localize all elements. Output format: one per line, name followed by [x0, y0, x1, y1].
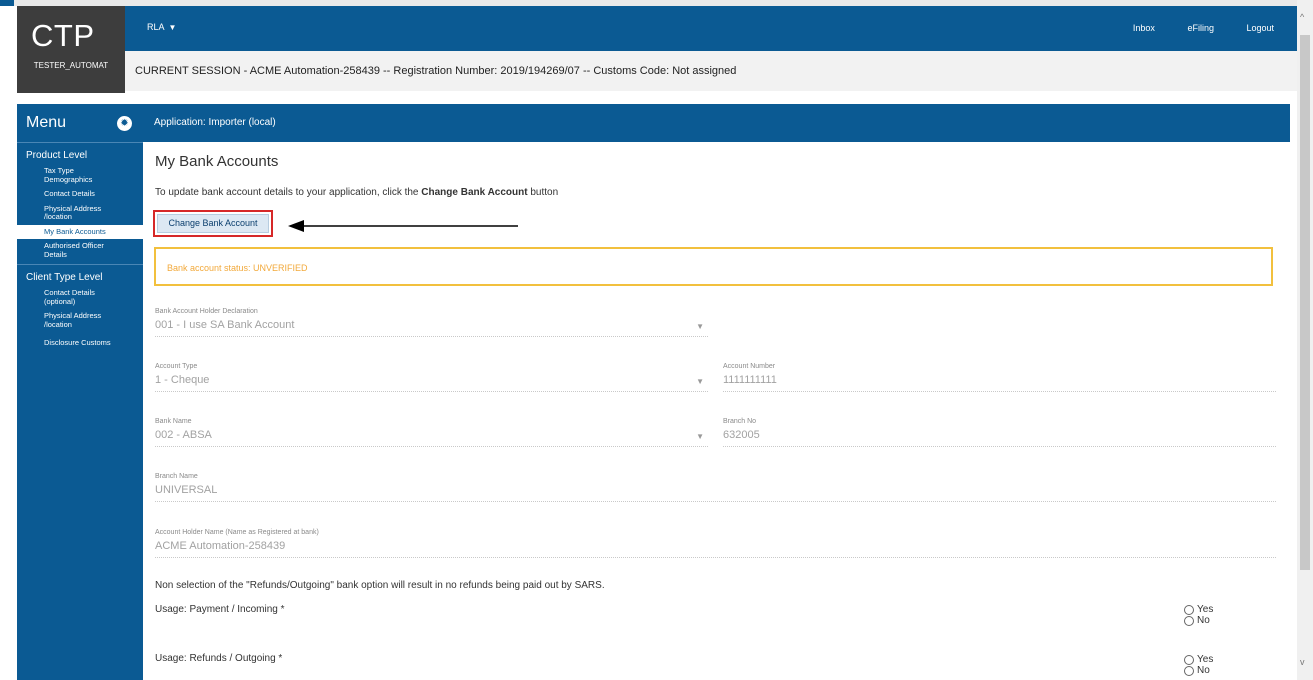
declaration-value: 001 - I use SA Bank Account — [155, 319, 295, 331]
top-navbar: RLA ▼ Inbox eFiling Logout — [125, 6, 1297, 51]
holder-name-input[interactable]: ACME Automation-258439 — [155, 540, 1276, 558]
sidebar-item-my-bank-accounts[interactable]: My Bank Accounts — [17, 224, 143, 239]
branch-name-input[interactable]: UNIVERSAL — [155, 484, 1276, 502]
bank-name-value: 002 - ABSA — [155, 429, 212, 441]
section-client-type-level: Client Type Level — [17, 264, 143, 286]
inbox-link[interactable]: Inbox — [1133, 23, 1155, 33]
sidebar-item-tax-type-demographics[interactable]: Tax Type Demographics — [17, 164, 143, 187]
account-number-input[interactable]: 1111111111 — [723, 374, 1276, 392]
refunds-no-radio[interactable]: No — [1184, 665, 1213, 676]
sidebar-item-physical-address[interactable]: Physical Address /location — [17, 202, 143, 225]
payment-no-radio[interactable]: No — [1184, 615, 1213, 626]
caret-down-icon: ▼ — [696, 377, 704, 386]
sidebar-item-contact-details-optional[interactable]: Contact Details (optional) — [17, 286, 143, 309]
sidebar-item-physical-address-client[interactable]: Physical Address /location — [17, 309, 143, 332]
logo-block: CTP TESTER_AUTOMAT — [17, 6, 125, 93]
refunds-no-label: No — [1197, 665, 1210, 676]
branch-no-label: Branch No — [723, 418, 757, 425]
payment-yes-radio[interactable]: Yes — [1184, 604, 1213, 615]
branch-name-field[interactable]: Branch Name UNIVERSAL — [155, 473, 1276, 502]
sidebar-item-authorised-officer[interactable]: Authorised Officer Details — [17, 239, 143, 262]
account-type-value: 1 - Cheque — [155, 374, 210, 386]
logout-link[interactable]: Logout — [1246, 23, 1274, 33]
instruction-pre: To update bank account details to your a… — [155, 187, 422, 198]
sidebar-menu: Menu ✹ Product Level Tax Type Demographi… — [17, 104, 143, 680]
branch-name-label: Branch Name — [155, 473, 198, 480]
menu-title: Menu — [26, 114, 67, 131]
refunds-yes-label: Yes — [1197, 654, 1214, 665]
holder-name-field[interactable]: Account Holder Name (Name as Registered … — [155, 529, 1276, 558]
bank-name-select[interactable]: 002 - ABSA ▼ — [155, 429, 708, 447]
scroll-up-icon[interactable]: ^ — [1300, 12, 1304, 22]
application-header: Application: Importer (local) — [143, 104, 1290, 142]
nav-links: Inbox eFiling Logout — [1103, 23, 1274, 33]
branch-no-input[interactable]: 632005 — [723, 429, 1276, 447]
instruction-post: button — [527, 187, 559, 198]
page-title: My Bank Accounts — [155, 153, 279, 170]
scroll-thumb[interactable] — [1300, 35, 1310, 570]
declaration-field[interactable]: Bank Account Holder Declaration 001 - I … — [155, 308, 708, 337]
account-type-label: Account Type — [155, 363, 198, 370]
gear-icon[interactable]: ✹ — [117, 116, 132, 131]
username: TESTER_AUTOMAT — [33, 61, 109, 70]
bank-name-label: Bank Name — [155, 418, 192, 425]
rla-dropdown[interactable]: RLA ▼ — [147, 22, 176, 32]
refund-note: Non selection of the "Refunds/Outgoing" … — [155, 580, 605, 591]
sidebar-item-contact-details[interactable]: Contact Details — [17, 187, 143, 202]
payment-yes-label: Yes — [1197, 604, 1214, 615]
scroll-down-icon[interactable]: v — [1300, 657, 1305, 667]
logo-text: CTP — [31, 18, 95, 53]
radio-circle-icon[interactable] — [1184, 604, 1194, 615]
radio-circle-icon[interactable] — [1184, 654, 1194, 665]
radio-circle-icon[interactable] — [1184, 665, 1194, 676]
caret-down-icon: ▼ — [168, 23, 177, 32]
account-type-field[interactable]: Account Type 1 - Cheque ▼ — [155, 363, 708, 392]
menu-header: Menu ✹ — [17, 104, 143, 143]
application-title: Application: Importer (local) — [154, 117, 276, 128]
branch-no-field[interactable]: Branch No 632005 — [723, 418, 1276, 447]
account-number-label: Account Number — [723, 363, 776, 370]
page-scrollbar[interactable]: ^ v — [1297, 0, 1313, 680]
instruction-bold: Change Bank Account — [421, 187, 528, 198]
instruction-text: To update bank account details to your a… — [155, 187, 558, 198]
section-product-level: Product Level — [26, 150, 88, 161]
browser-tab-accent — [0, 0, 14, 6]
change-button-highlight: Change Bank Account — [153, 210, 273, 237]
refunds-yes-radio[interactable]: Yes — [1184, 654, 1213, 665]
session-bar: CURRENT SESSION - ACME Automation-258439… — [125, 51, 1297, 91]
radio-circle-icon[interactable] — [1184, 615, 1194, 626]
account-type-select[interactable]: 1 - Cheque ▼ — [155, 374, 708, 392]
usage-payment-label: Usage: Payment / Incoming * — [155, 604, 285, 615]
account-number-field[interactable]: Account Number 1111111111 — [723, 363, 1276, 392]
declaration-label: Bank Account Holder Declaration — [155, 308, 258, 315]
declaration-select[interactable]: 001 - I use SA Bank Account ▼ — [155, 319, 708, 337]
caret-down-icon: ▼ — [696, 432, 704, 441]
bank-status-alert: Bank account status: UNVERIFIED — [154, 247, 1273, 286]
usage-payment-radio-group: Yes No — [1184, 604, 1213, 626]
session-text: CURRENT SESSION - ACME Automation-258439… — [135, 65, 737, 77]
holder-name-label: Account Holder Name (Name as Registered … — [155, 529, 319, 536]
usage-refunds-radio-group: Yes No — [1184, 654, 1213, 676]
usage-refunds-label: Usage: Refunds / Outgoing * — [155, 653, 283, 664]
annotation-arrow — [288, 220, 518, 232]
rla-label: RLA — [147, 22, 165, 32]
efiling-link[interactable]: eFiling — [1187, 23, 1214, 33]
change-bank-account-button[interactable]: Change Bank Account — [157, 214, 269, 233]
main-content: My Bank Accounts To update bank account … — [143, 142, 1290, 680]
payment-no-label: No — [1197, 615, 1210, 626]
caret-down-icon: ▼ — [696, 322, 704, 331]
sidebar-item-disclosure-customs[interactable]: Disclosure Customs — [17, 336, 143, 351]
bank-status-text: Bank account status: UNVERIFIED — [167, 263, 308, 273]
bank-name-field[interactable]: Bank Name 002 - ABSA ▼ — [155, 418, 708, 447]
